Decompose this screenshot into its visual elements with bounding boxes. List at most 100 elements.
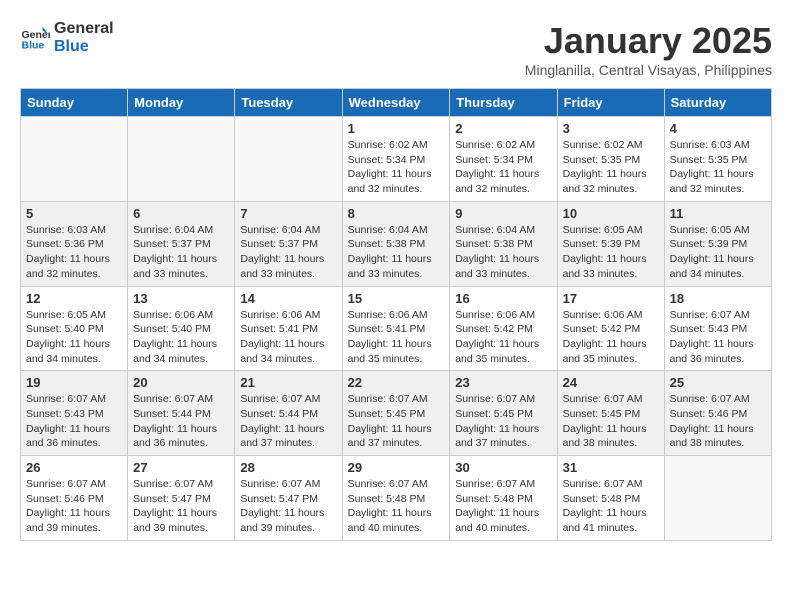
calendar-cell: 4Sunrise: 6:03 AM Sunset: 5:35 PM Daylig…: [664, 117, 771, 202]
day-info: Sunrise: 6:05 AM Sunset: 5:39 PM Dayligh…: [670, 223, 766, 282]
calendar-cell: 6 Sunrise: 6:04 AM Sunset: 5:37 PM Daylig…: [128, 201, 235, 286]
calendar-week-row: 1 Sunrise: 6:02 AM Sunset: 5:34 PM Daylig…: [21, 117, 772, 202]
calendar-week-row: 26Sunrise: 6:07 AM Sunset: 5:46 PM Dayli…: [21, 456, 772, 541]
day-info: Sunrise: 6:06 AM Sunset: 5:42 PM Dayligh…: [563, 308, 659, 367]
title-section: January 2025 Minglanilla, Central Visaya…: [525, 20, 772, 78]
calendar-cell: 9Sunrise: 6:04 AM Sunset: 5:38 PM Daylig…: [450, 201, 557, 286]
column-header-saturday: Saturday: [664, 89, 771, 117]
calendar-week-row: 5Sunrise: 6:03 AM Sunset: 5:36 PM Daylig…: [21, 201, 772, 286]
day-number: 15: [348, 291, 445, 306]
day-number: 8: [348, 206, 445, 221]
calendar-cell: 3 Sunrise: 6:02 AM Sunset: 5:35 PM Daylig…: [557, 117, 664, 202]
day-info: Sunrise: 6:02 AM Sunset: 5:34 PM Dayligh…: [455, 138, 551, 197]
day-info: Sunrise: 6:06 AM Sunset: 5:41 PM Dayligh…: [240, 308, 336, 367]
day-info: Sunrise: 6:05 AM Sunset: 5:40 PM Dayligh…: [26, 308, 122, 367]
calendar-cell: 1 Sunrise: 6:02 AM Sunset: 5:34 PM Daylig…: [342, 117, 450, 202]
calendar-cell: 5Sunrise: 6:03 AM Sunset: 5:36 PM Daylig…: [21, 201, 128, 286]
calendar-cell: 13 Sunrise: 6:06 AM Sunset: 5:40 PM Dayli…: [128, 286, 235, 371]
calendar-cell: 2 Sunrise: 6:02 AM Sunset: 5:34 PM Daylig…: [450, 117, 557, 202]
day-number: 21: [240, 375, 336, 390]
day-info: Sunrise: 6:07 AM Sunset: 5:45 PM Dayligh…: [348, 392, 445, 451]
calendar-cell: 31 Sunrise: 6:07 AM Sunset: 5:48 PM Dayli…: [557, 456, 664, 541]
day-info: Sunrise: 6:07 AM Sunset: 5:48 PM Dayligh…: [455, 477, 551, 536]
calendar-cell: 12 Sunrise: 6:05 AM Sunset: 5:40 PM Dayli…: [21, 286, 128, 371]
calendar-cell: 26Sunrise: 6:07 AM Sunset: 5:46 PM Dayli…: [21, 456, 128, 541]
calendar-cell: [128, 117, 235, 202]
page-header: General Blue General Blue January 2025 M…: [20, 20, 772, 78]
calendar-cell: 10 Sunrise: 6:05 AM Sunset: 5:39 PM Dayli…: [557, 201, 664, 286]
logo-text-blue: Blue: [54, 38, 114, 56]
column-header-wednesday: Wednesday: [342, 89, 450, 117]
svg-text:Blue: Blue: [22, 39, 45, 51]
calendar-cell: 16Sunrise: 6:06 AM Sunset: 5:42 PM Dayli…: [450, 286, 557, 371]
day-info: Sunrise: 6:07 AM Sunset: 5:48 PM Dayligh…: [563, 477, 659, 536]
column-header-monday: Monday: [128, 89, 235, 117]
day-number: 16: [455, 291, 551, 306]
column-header-sunday: Sunday: [21, 89, 128, 117]
calendar-cell: [21, 117, 128, 202]
day-number: 12: [26, 291, 122, 306]
logo-text-general: General: [54, 20, 114, 38]
day-number: 24: [563, 375, 659, 390]
calendar-cell: [664, 456, 771, 541]
day-number: 27: [133, 460, 229, 475]
calendar-cell: 8 Sunrise: 6:04 AM Sunset: 5:38 PM Daylig…: [342, 201, 450, 286]
day-number: 6: [133, 206, 229, 221]
day-info: Sunrise: 6:02 AM Sunset: 5:35 PM Dayligh…: [563, 138, 659, 197]
column-header-friday: Friday: [557, 89, 664, 117]
day-info: Sunrise: 6:07 AM Sunset: 5:47 PM Dayligh…: [240, 477, 336, 536]
day-info: Sunrise: 6:06 AM Sunset: 5:41 PM Dayligh…: [348, 308, 445, 367]
calendar-cell: 23Sunrise: 6:07 AM Sunset: 5:45 PM Dayli…: [450, 371, 557, 456]
day-number: 25: [670, 375, 766, 390]
day-info: Sunrise: 6:04 AM Sunset: 5:38 PM Dayligh…: [348, 223, 445, 282]
calendar-cell: 18 Sunrise: 6:07 AM Sunset: 5:43 PM Dayli…: [664, 286, 771, 371]
day-info: Sunrise: 6:05 AM Sunset: 5:39 PM Dayligh…: [563, 223, 659, 282]
calendar-cell: 11 Sunrise: 6:05 AM Sunset: 5:39 PM Dayli…: [664, 201, 771, 286]
calendar-cell: 28Sunrise: 6:07 AM Sunset: 5:47 PM Dayli…: [235, 456, 342, 541]
day-info: Sunrise: 6:02 AM Sunset: 5:34 PM Dayligh…: [348, 138, 445, 197]
calendar-cell: 24Sunrise: 6:07 AM Sunset: 5:45 PM Dayli…: [557, 371, 664, 456]
day-info: Sunrise: 6:04 AM Sunset: 5:37 PM Dayligh…: [133, 223, 229, 282]
day-info: Sunrise: 6:04 AM Sunset: 5:38 PM Dayligh…: [455, 223, 551, 282]
calendar-cell: 21Sunrise: 6:07 AM Sunset: 5:44 PM Dayli…: [235, 371, 342, 456]
day-number: 1: [348, 121, 445, 136]
day-number: 31: [563, 460, 659, 475]
day-info: Sunrise: 6:03 AM Sunset: 5:35 PM Dayligh…: [670, 138, 766, 197]
day-info: Sunrise: 6:06 AM Sunset: 5:40 PM Dayligh…: [133, 308, 229, 367]
day-info: Sunrise: 6:07 AM Sunset: 5:44 PM Dayligh…: [133, 392, 229, 451]
calendar-week-row: 12 Sunrise: 6:05 AM Sunset: 5:40 PM Dayli…: [21, 286, 772, 371]
day-number: 10: [563, 206, 659, 221]
day-info: Sunrise: 6:07 AM Sunset: 5:43 PM Dayligh…: [26, 392, 122, 451]
day-number: 2: [455, 121, 551, 136]
day-number: 14: [240, 291, 336, 306]
logo-icon: General Blue: [20, 23, 50, 53]
location-subtitle: Minglanilla, Central Visayas, Philippine…: [525, 62, 772, 78]
day-number: 18: [670, 291, 766, 306]
day-info: Sunrise: 6:07 AM Sunset: 5:46 PM Dayligh…: [26, 477, 122, 536]
calendar-cell: 7 Sunrise: 6:04 AM Sunset: 5:37 PM Daylig…: [235, 201, 342, 286]
day-number: 23: [455, 375, 551, 390]
calendar-cell: 14 Sunrise: 6:06 AM Sunset: 5:41 PM Dayli…: [235, 286, 342, 371]
day-number: 30: [455, 460, 551, 475]
calendar-cell: 25Sunrise: 6:07 AM Sunset: 5:46 PM Dayli…: [664, 371, 771, 456]
day-number: 13: [133, 291, 229, 306]
day-info: Sunrise: 6:07 AM Sunset: 5:47 PM Dayligh…: [133, 477, 229, 536]
column-header-tuesday: Tuesday: [235, 89, 342, 117]
calendar-table: SundayMondayTuesdayWednesdayThursdayFrid…: [20, 88, 772, 541]
day-number: 3: [563, 121, 659, 136]
day-number: 7: [240, 206, 336, 221]
calendar-cell: 29Sunrise: 6:07 AM Sunset: 5:48 PM Dayli…: [342, 456, 450, 541]
calendar-cell: 19 Sunrise: 6:07 AM Sunset: 5:43 PM Dayli…: [21, 371, 128, 456]
calendar-cell: 22 Sunrise: 6:07 AM Sunset: 5:45 PM Dayli…: [342, 371, 450, 456]
day-info: Sunrise: 6:03 AM Sunset: 5:36 PM Dayligh…: [26, 223, 122, 282]
day-info: Sunrise: 6:04 AM Sunset: 5:37 PM Dayligh…: [240, 223, 336, 282]
calendar-cell: 15 Sunrise: 6:06 AM Sunset: 5:41 PM Dayli…: [342, 286, 450, 371]
day-number: 20: [133, 375, 229, 390]
calendar-cell: 17Sunrise: 6:06 AM Sunset: 5:42 PM Dayli…: [557, 286, 664, 371]
calendar-cell: [235, 117, 342, 202]
month-title: January 2025: [525, 20, 772, 62]
day-number: 11: [670, 206, 766, 221]
day-number: 22: [348, 375, 445, 390]
day-info: Sunrise: 6:07 AM Sunset: 5:43 PM Dayligh…: [670, 308, 766, 367]
day-number: 19: [26, 375, 122, 390]
